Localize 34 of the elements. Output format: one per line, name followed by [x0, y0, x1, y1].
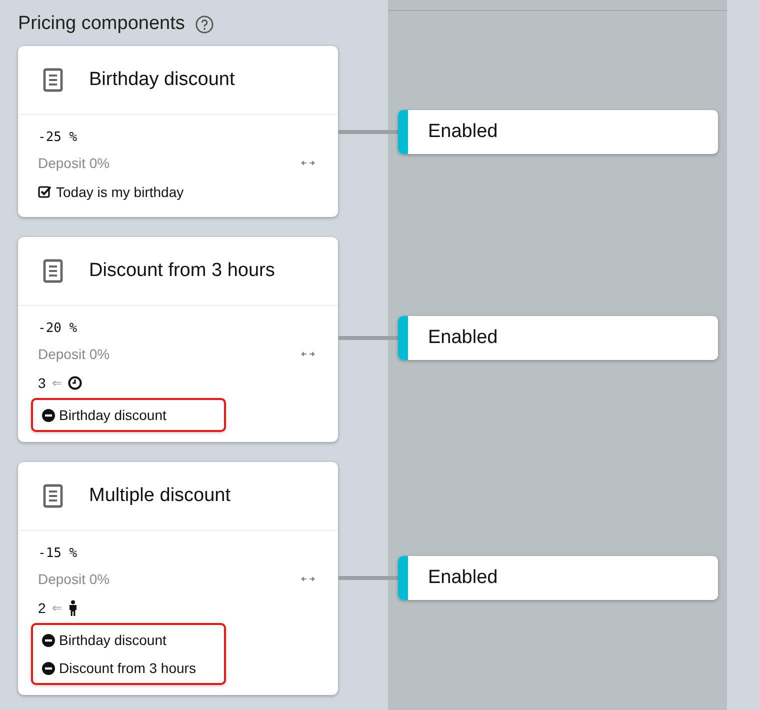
- swap-arrows-icon: [301, 576, 315, 582]
- deposit-label: Deposit 0%: [38, 154, 110, 173]
- document-icon: [43, 68, 63, 92]
- status-label: Enabled: [428, 326, 498, 350]
- excluded-component: Birthday discount: [59, 630, 166, 650]
- status-label: Enabled: [428, 120, 498, 144]
- discount-amount: -25 %: [38, 129, 78, 147]
- arrow-glyph: ⇐: [52, 375, 62, 392]
- deposit-label: Deposit 0%: [38, 344, 110, 364]
- clock-icon: [68, 376, 82, 390]
- discount-amount: -15 %: [38, 545, 78, 563]
- arrow-glyph: ⇐: [52, 600, 62, 617]
- card-title: Multiple discount: [89, 484, 231, 508]
- discount-amount: -20 %: [38, 320, 78, 338]
- document-icon: [43, 259, 63, 283]
- excluded-component: Discount from 3 hours: [59, 658, 196, 678]
- card-title: Discount from 3 hours: [89, 258, 275, 283]
- help-icon[interactable]: [194, 14, 214, 34]
- person-icon: [68, 600, 78, 616]
- minus-circle-icon: [42, 634, 55, 646]
- deposit-label: Deposit 0%: [38, 570, 110, 589]
- swap-arrows-icon: [301, 160, 315, 166]
- card-title: Birthday discount: [89, 68, 235, 92]
- condition-value: 2: [38, 598, 46, 618]
- status-label: Enabled: [428, 566, 498, 590]
- minus-circle-icon: [42, 662, 55, 674]
- condition-value: 3: [38, 374, 46, 392]
- section-title: Pricing components: [18, 12, 185, 36]
- condition-label: Today is my birthday: [56, 182, 184, 202]
- checkbox[interactable]: [38, 185, 52, 199]
- minus-circle-icon: [42, 408, 55, 422]
- excluded-component: Birthday discount: [59, 406, 166, 425]
- document-icon: [43, 484, 63, 508]
- swap-arrows-icon: [301, 351, 315, 357]
